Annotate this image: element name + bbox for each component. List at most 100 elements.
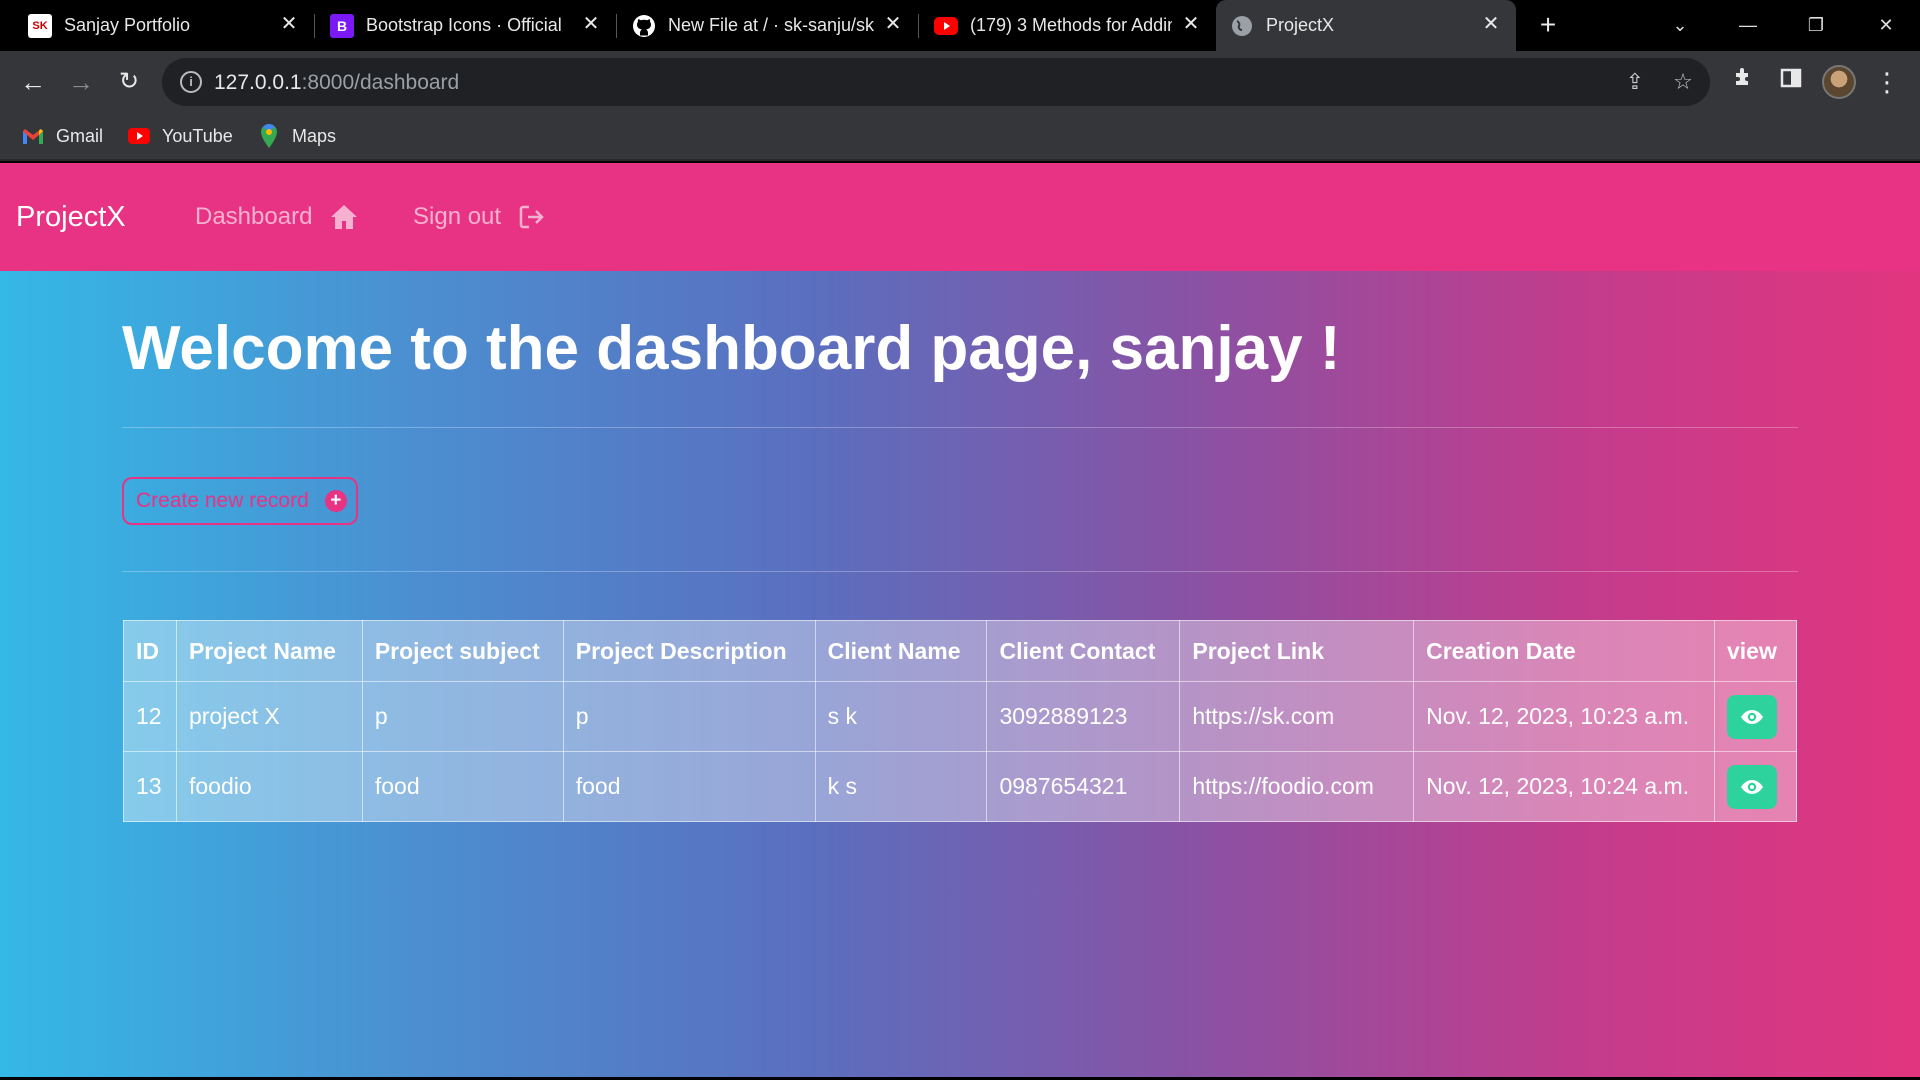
cell-creation-date: Nov. 12, 2023, 10:23 a.m. (1413, 681, 1715, 752)
info-icon[interactable]: i (180, 71, 202, 93)
cell-project-name: project X (175, 681, 363, 752)
tab-sanjay-portfolio[interactable]: SK Sanjay Portfolio ✕ (14, 0, 314, 51)
tab-title: New File at / · sk-sanju/sk (668, 15, 875, 35)
column-header: Creation Date (1413, 620, 1715, 682)
avatar[interactable] (1822, 65, 1856, 99)
close-icon[interactable]: ✕ (580, 13, 602, 35)
cell-creation-date: Nov. 12, 2023, 10:24 a.m. (1413, 751, 1715, 822)
nav-dashboard-label: Dashboard (195, 203, 313, 230)
close-icon[interactable]: ✕ (278, 13, 300, 35)
nav-dashboard-link[interactable]: Dashboard (195, 203, 358, 231)
column-header: Client Contact (986, 620, 1181, 682)
page-title: Welcome to the dashboard page, sanjay ! (122, 314, 1341, 383)
back-button[interactable]: ← (16, 65, 50, 99)
table-header-row: ID Project Name Project subject Project … (123, 620, 1797, 682)
youtube-icon (934, 14, 958, 38)
cell-client-contact: 0987654321 (986, 751, 1181, 822)
eye-icon (1741, 779, 1763, 794)
cell-client-name: k s (814, 751, 988, 822)
bookmark-maps[interactable]: Maps (258, 123, 336, 149)
github-icon (632, 14, 656, 38)
close-icon[interactable]: ✕ (882, 13, 904, 35)
browser-toolbar: ← → ↻ i 127.0.0.1:8000/dashboard ⇪ ☆ ⋮ (0, 51, 1920, 113)
tab-youtube-video[interactable]: (179) 3 Methods for Adding ✕ (920, 0, 1216, 51)
page-viewport: ProjectX Dashboard Sign out Welcome to t… (0, 163, 1920, 1080)
column-header: view (1714, 620, 1797, 682)
sk-logo-icon: SK (28, 14, 52, 38)
house-icon (331, 205, 358, 229)
close-icon[interactable]: ✕ (1180, 13, 1202, 35)
divider (122, 427, 1798, 428)
plus-circle-icon: + (324, 490, 347, 512)
bookmark-gmail[interactable]: Gmail (22, 123, 103, 149)
tab-title: Sanjay Portfolio (64, 15, 191, 35)
side-panel-icon[interactable] (1774, 65, 1808, 99)
view-button[interactable] (1727, 764, 1777, 809)
cell-view (1714, 681, 1797, 752)
cell-client-contact: 3092889123 (986, 681, 1181, 752)
url-text: 127.0.0.1:8000/dashboard (214, 71, 459, 95)
bookmarks-bar: Gmail YouTube Maps (0, 113, 1920, 161)
menu-kebab-icon[interactable]: ⋮ (1870, 65, 1904, 99)
divider (122, 571, 1798, 572)
column-header: Project subject (361, 620, 564, 682)
url-path: :8000/dashboard (301, 71, 460, 94)
column-header: Project Name (175, 620, 363, 682)
brand-link[interactable]: ProjectX (16, 201, 126, 234)
records-table: ID Project Name Project subject Project … (123, 620, 1797, 822)
nav-signout-link[interactable]: Sign out (413, 203, 545, 231)
view-button[interactable] (1727, 694, 1777, 739)
cell-project-description: food (562, 751, 816, 822)
create-label: Create new record (136, 489, 309, 512)
bootstrap-icon: B (330, 14, 354, 38)
table-row: 13 foodio food food k s 0987654321 https… (123, 751, 1797, 822)
cell-project-name: foodio (175, 751, 363, 822)
cell-client-name: s k (814, 681, 988, 752)
cell-id: 12 (123, 681, 177, 752)
restore-button[interactable]: ❐ (1796, 10, 1836, 40)
globe-icon (1230, 14, 1254, 38)
bookmark-label: Gmail (56, 125, 104, 146)
share-icon[interactable]: ⇪ (1622, 69, 1648, 95)
close-window-button[interactable]: ✕ (1866, 10, 1906, 40)
bookmark-youtube[interactable]: YouTube (128, 123, 233, 149)
site-navbar: ProjectX Dashboard Sign out (0, 163, 1920, 271)
tab-separator (314, 14, 315, 38)
address-bar[interactable]: i 127.0.0.1:8000/dashboard ⇪ ☆ (162, 58, 1710, 106)
browser-tab-bar: SK Sanjay Portfolio ✕ B Bootstrap Icons … (0, 0, 1920, 51)
url-host: 127.0.0.1 (214, 71, 302, 94)
tab-bootstrap-icons[interactable]: B Bootstrap Icons · Official ✕ (316, 0, 616, 51)
cell-project-description: p (562, 681, 816, 752)
tab-separator (616, 14, 617, 38)
cell-project-link: https://foodio.com (1179, 751, 1415, 822)
cell-project-subject: p (361, 681, 564, 752)
eye-icon (1741, 709, 1763, 724)
bookmark-star-icon[interactable]: ☆ (1670, 69, 1696, 95)
bookmark-label: YouTube (162, 125, 233, 146)
dashboard-content: Welcome to the dashboard page, sanjay ! … (0, 271, 1920, 1077)
tab-separator (918, 14, 919, 38)
cell-id: 13 (123, 751, 177, 822)
tab-search-icon[interactable]: ⌄ (1660, 10, 1700, 40)
maps-icon (258, 124, 280, 148)
tab-projectx[interactable]: ProjectX ✕ (1216, 0, 1516, 51)
column-header: Project Link (1179, 620, 1415, 682)
reload-button[interactable]: ↻ (112, 65, 146, 99)
minimize-button[interactable]: — (1728, 10, 1768, 40)
table-row: 12 project X p p s k 3092889123 https://… (123, 681, 1797, 752)
forward-button[interactable]: → (64, 65, 98, 99)
youtube-icon (128, 126, 150, 146)
column-header: Client Name (814, 620, 988, 682)
nav-signout-label: Sign out (413, 203, 502, 230)
tab-github-new-file[interactable]: New File at / · sk-sanju/sk ✕ (618, 0, 918, 51)
cell-project-link: https://sk.com (1179, 681, 1415, 752)
tab-title: ProjectX (1266, 15, 1335, 35)
cell-view (1714, 751, 1797, 822)
close-icon[interactable]: ✕ (1480, 13, 1502, 35)
extensions-icon[interactable] (1726, 65, 1760, 99)
new-tab-button[interactable]: + (1534, 11, 1562, 40)
cell-project-subject: food (361, 751, 564, 822)
tab-title: (179) 3 Methods for Adding (970, 15, 1172, 35)
create-new-record-button[interactable]: Create new record + (122, 477, 358, 525)
tab-title: Bootstrap Icons · Official (366, 15, 562, 35)
